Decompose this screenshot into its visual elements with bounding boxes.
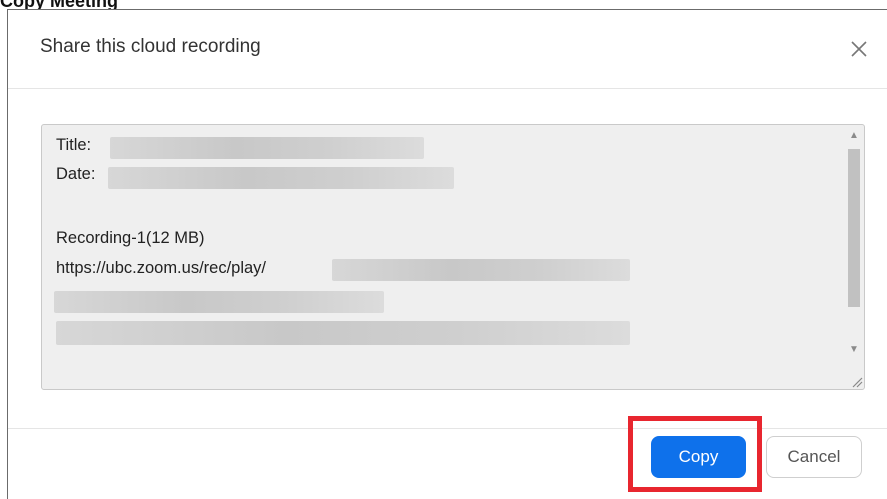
copy-button[interactable]: Copy xyxy=(651,436,746,478)
redacted-title xyxy=(110,137,424,159)
caption-text: Copy Meeting xyxy=(0,0,119,11)
close-button[interactable] xyxy=(848,38,870,60)
redacted-url-part3 xyxy=(56,321,630,345)
header-divider xyxy=(8,88,887,89)
vertical-scrollbar[interactable]: ▲ ▼ xyxy=(846,127,862,389)
recording-row: Recording-1(12 MB) xyxy=(56,229,205,248)
redacted-url-part2 xyxy=(54,291,384,313)
scroll-thumb[interactable] xyxy=(848,149,860,307)
close-icon xyxy=(851,41,867,57)
dialog-title: Share this cloud recording xyxy=(40,36,261,57)
url-prefix: https://ubc.zoom.us/rec/play/ xyxy=(56,259,267,277)
date-label: Date: xyxy=(56,165,96,183)
resize-grip-icon[interactable] xyxy=(848,373,864,389)
cancel-button[interactable]: Cancel xyxy=(766,436,862,478)
scroll-down-arrow-icon[interactable]: ▼ xyxy=(846,343,862,357)
redacted-date xyxy=(108,167,454,189)
scroll-up-arrow-icon[interactable]: ▲ xyxy=(846,129,862,143)
title-row: Title: xyxy=(56,136,91,155)
recording-label: Recording-1(12 MB) xyxy=(56,229,205,247)
url-row: https://ubc.zoom.us/rec/play/ xyxy=(56,259,266,278)
title-label: Title: xyxy=(56,136,92,154)
share-text-area[interactable]: Title: Date: Recording-1(12 MB) https://… xyxy=(41,124,865,390)
redacted-url-part1 xyxy=(332,259,630,281)
date-row: Date: xyxy=(56,165,95,184)
